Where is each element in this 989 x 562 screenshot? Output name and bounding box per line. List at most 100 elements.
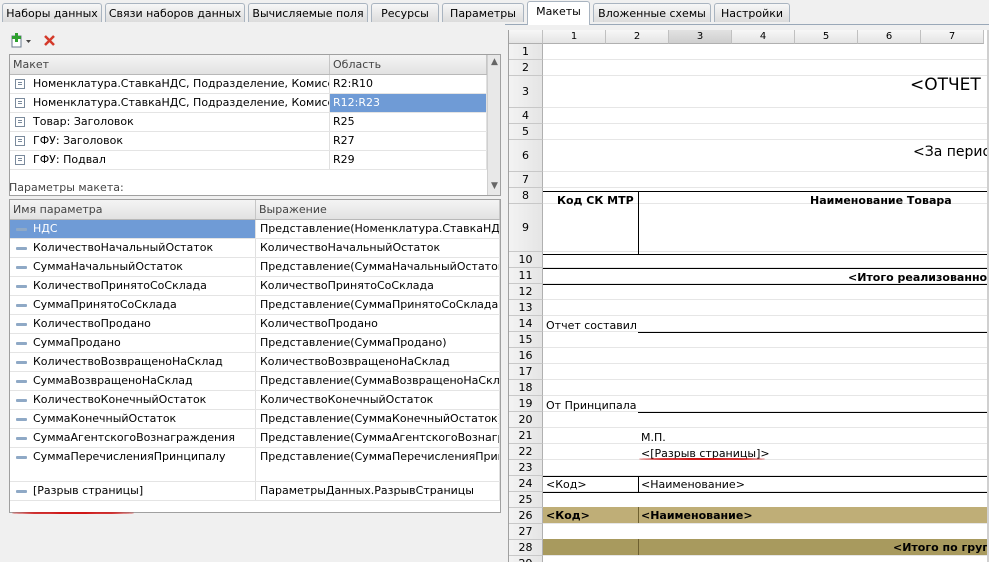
row-header[interactable]: 3 [509,76,543,108]
table-border [638,476,639,492]
param-expression: Представление(СуммаАгентскогоВознагражд [256,429,500,447]
row-header[interactable]: 6 [509,140,543,172]
param-row[interactable]: КоличествоВозвращеноНаСклад КоличествоВоз… [10,353,500,372]
row-header[interactable]: 23 [509,460,543,476]
tab-layouts[interactable]: Макеты [527,1,590,25]
delete-layout-button[interactable] [42,32,60,50]
grid-line [543,347,989,348]
param-icon [16,418,27,421]
column-header[interactable]: 3 [669,30,732,44]
param-expression: Представление(Номенклатура.СтавкаНДС) [256,220,500,238]
param-row[interactable]: КоличествоПринятоСоСклада КоличествоПриня… [10,277,500,296]
layouts-scrollbar[interactable]: ▲ ▼ [487,55,500,195]
row-header[interactable]: 20 [509,412,543,428]
param-row[interactable]: СуммаВозвращеноНаСклад Представление(Сумм… [10,372,500,391]
param-row[interactable]: КоличествоНачальныйОстаток КоличествоНача… [10,239,500,258]
row-header[interactable]: 10 [509,252,543,268]
column-header[interactable]: 6 [858,30,921,44]
layout-row[interactable]: Номенклатура.СтавкаНДС, Подразделение, К… [10,75,487,94]
layout-row-selected[interactable]: Номенклатура.СтавкаНДС, Подразделение, К… [10,94,487,113]
row-header[interactable]: 15 [509,332,543,348]
column-header[interactable]: 2 [606,30,669,44]
column-header[interactable]: 4 [732,30,795,44]
row-header[interactable]: 27 [509,524,543,540]
column-header-area[interactable]: Область [330,55,487,74]
param-name: [Разрыв страницы] [10,482,256,500]
tab-nested-schemas[interactable]: Вложенные схемы [593,3,711,22]
layout-row[interactable]: Товар: Заголовок R25 [10,113,487,132]
param-row[interactable]: СуммаНачальныйОстаток Представление(Сумма… [10,258,500,277]
add-layout-button[interactable] [10,32,31,50]
layout-icon [15,117,25,127]
spreadsheet-editor[interactable]: 1234567 1 2 3 4 5 6 7 8 9 10 11 12 13 14 15 16 17 18 19 20 2… [508,30,989,562]
param-row[interactable]: СуммаПринятоСоСклада Представление(СуммаП… [10,296,500,315]
param-icon [16,399,27,402]
param-row[interactable]: КоличествоКонечныйОстаток КоличествоКонеч… [10,391,500,410]
param-row[interactable]: СуммаПродано Представление(СуммаПродано) [10,334,500,353]
row-header[interactable]: 8 [509,188,543,204]
column-header-param-name[interactable]: Имя параметра [10,200,256,219]
row-header[interactable]: 14 [509,316,543,332]
row-header[interactable]: 1 [509,44,543,60]
compiled-by: Отчет составил [546,319,637,332]
row-header[interactable]: 22 [509,444,543,460]
param-name: СуммаПродано [10,334,256,352]
column-header[interactable]: 5 [795,30,858,44]
column-header[interactable]: 7 [921,30,984,44]
row-header[interactable]: 24 [509,476,543,492]
param-icon [16,323,27,326]
layout-row[interactable]: ГФУ: Подвал R29 [10,151,487,170]
grid-line [543,187,989,188]
tab-datasets[interactable]: Наборы данных [2,3,102,22]
row-header[interactable]: 2 [509,60,543,76]
tab-resources[interactable]: Ресурсы [371,3,439,22]
param-icon [16,380,27,383]
layout-name: Номенклатура.СтавкаНДС, Подразделение, К… [30,94,330,112]
table-border [543,191,989,192]
param-row[interactable]: [Разрыв страницы] ПараметрыДанных.РазрывС… [10,482,500,501]
row-header[interactable]: 29 [509,556,543,562]
add-icon [11,33,31,48]
param-name: КоличествоКонечныйОстаток [10,391,256,409]
param-row-selected[interactable]: НДС Представление(Номенклатура.СтавкаНДС) [10,220,500,239]
scroll-down-icon[interactable]: ▼ [491,181,498,191]
layout-name: ГФУ: Заголовок [30,132,330,150]
tab-dataset-links[interactable]: Связи наборов данных [105,3,245,22]
tab-calculated-fields[interactable]: Вычисляемые поля [248,3,368,22]
row-header[interactable]: 17 [509,364,543,380]
column-header[interactable]: 1 [543,30,606,44]
row-header[interactable]: 13 [509,300,543,316]
param-row[interactable]: СуммаПеречисленияПринципалу Представление… [10,448,500,482]
scroll-up-icon[interactable]: ▲ [491,57,498,67]
stamp-label: М.П. [641,431,666,444]
row-header[interactable]: 25 [509,492,543,508]
param-row[interactable]: КоличествоПродано КоличествоПродано [10,315,500,334]
layouts-table-header: Макет Область [10,55,487,75]
code-param: <Код> [546,478,587,491]
tab-settings[interactable]: Настройки [714,3,790,22]
row-header[interactable]: 19 [509,396,543,412]
column-header-layout[interactable]: Макет [10,55,330,74]
row-header[interactable]: 16 [509,348,543,364]
param-row[interactable]: СуммаКонечныйОстаток Представление(СуммаК… [10,410,500,429]
param-icon [16,342,27,345]
param-row[interactable]: СуммаАгентскогоВознаграждения Представлен… [10,429,500,448]
column-header-expression[interactable]: Выражение [256,200,500,219]
row-header[interactable]: 12 [509,284,543,300]
row-header[interactable]: 18 [509,380,543,396]
layout-name: Товар: Заголовок [30,113,330,131]
tab-parameters[interactable]: Параметры [442,3,524,22]
row-header[interactable]: 11 [509,268,543,284]
layout-row[interactable]: ГФУ: Заголовок R27 [10,132,487,151]
row-header[interactable]: 4 [509,108,543,124]
param-expression: КоличествоКонечныйОстаток [256,391,500,409]
row-header[interactable]: 28 [509,540,543,556]
grid-line [543,427,989,428]
row-header[interactable]: 26 [509,508,543,524]
row-header[interactable]: 5 [509,124,543,140]
param-name: СуммаПринятоСоСклада [10,296,256,314]
row-header[interactable]: 7 [509,172,543,188]
row-header[interactable]: 21 [509,428,543,444]
row-header[interactable]: 9 [509,204,543,252]
param-name: СуммаКонечныйОстаток [10,410,256,428]
